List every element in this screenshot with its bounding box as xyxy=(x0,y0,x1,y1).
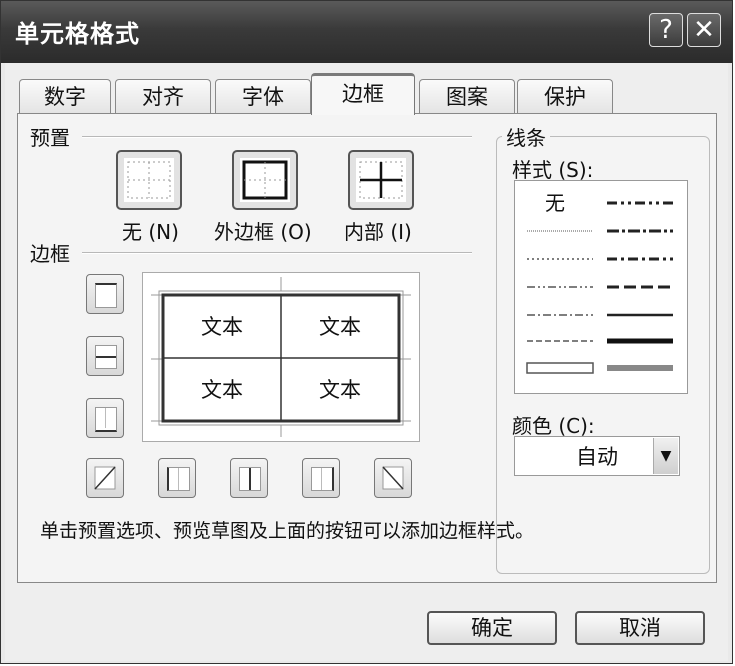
preset-outline-label: 外边框 (O) xyxy=(214,220,312,244)
preset-none-icon xyxy=(124,158,174,202)
border-section-label: 边框 xyxy=(30,242,70,266)
line-style-label: 样式 (S): xyxy=(512,158,594,182)
presets-divider xyxy=(82,136,472,138)
tab-border[interactable]: 边框 xyxy=(311,73,415,115)
preset-outline-icon xyxy=(240,158,290,202)
color-value: 自动 xyxy=(576,445,618,469)
color-label: 颜色 (C): xyxy=(512,414,595,438)
chevron-down-icon[interactable]: ▼ xyxy=(653,438,678,474)
help-button[interactable]: ? xyxy=(649,13,683,47)
diagonal-down-icon xyxy=(382,466,404,490)
color-dropdown[interactable]: 自动 ▼ xyxy=(514,436,680,476)
border-bottom-icon xyxy=(95,407,117,432)
dialog-title: 单元格格式 xyxy=(15,20,140,48)
tab-alignment[interactable]: 对齐 xyxy=(115,79,211,113)
title-bar[interactable]: 单元格格式 ? ✕ xyxy=(1,1,732,63)
preset-outline-button[interactable] xyxy=(232,150,298,210)
border-right-button[interactable] xyxy=(302,458,340,498)
border-diagonal-up-button[interactable] xyxy=(86,458,124,498)
border-top-button[interactable] xyxy=(86,274,124,314)
border-left-button[interactable] xyxy=(158,458,196,498)
border-bottom-button[interactable] xyxy=(86,398,124,438)
border-middle-horizontal-button[interactable] xyxy=(86,336,124,376)
diagonal-up-icon xyxy=(94,466,116,490)
border-middle-horizontal-icon xyxy=(95,345,117,369)
border-middle-vertical-icon xyxy=(239,467,261,491)
preset-inside-button[interactable] xyxy=(348,150,414,210)
preview-cell-text: 文本 xyxy=(319,315,361,339)
border-middle-vertical-button[interactable] xyxy=(230,458,268,498)
preset-inside-icon xyxy=(356,158,406,202)
tab-number[interactable]: 数字 xyxy=(19,79,111,113)
tab-protection[interactable]: 保护 xyxy=(517,79,613,113)
preview-cell-text: 文本 xyxy=(201,315,243,339)
line-group-label: 线条 xyxy=(502,122,550,151)
dialog-body: 数字 对齐 字体 边框 图案 保护 预置 无 (N) 外边框 (O) 内部 (I… xyxy=(5,63,728,661)
presets-section-label: 预置 xyxy=(30,126,70,150)
preset-none-button[interactable] xyxy=(116,150,182,210)
preset-none-label: 无 (N) xyxy=(122,220,179,244)
preview-cell-text: 文本 xyxy=(319,378,361,402)
border-preview[interactable]: 文本 文本 文本 文本 xyxy=(142,272,420,442)
border-top-icon xyxy=(95,283,117,308)
border-right-icon xyxy=(311,467,334,491)
line-style-samples xyxy=(526,201,673,374)
preset-inside-label: 内部 (I) xyxy=(344,220,412,244)
tab-font[interactable]: 字体 xyxy=(215,79,311,113)
hint-text: 单击预置选项、预览草图及上面的按钮可以添加边框样式。 xyxy=(40,520,535,542)
tab-patterns[interactable]: 图案 xyxy=(419,79,515,113)
preview-cell-text: 文本 xyxy=(201,378,243,402)
ok-button[interactable]: 确定 xyxy=(427,611,557,645)
format-cells-dialog: 单元格格式 ? ✕ 数字 对齐 字体 边框 图案 保护 预置 无 (N) 外边框… xyxy=(0,0,733,664)
close-button[interactable]: ✕ xyxy=(687,13,721,47)
border-left-icon xyxy=(167,467,190,491)
border-tab-panel: 预置 无 (N) 外边框 (O) 内部 (I) 边框 文本 文本 文本 文本 线… xyxy=(17,113,717,583)
border-divider xyxy=(82,252,472,254)
line-style-list[interactable]: 无 xyxy=(514,180,688,394)
cancel-button[interactable]: 取消 xyxy=(575,611,705,645)
border-diagonal-down-button[interactable] xyxy=(374,458,412,498)
